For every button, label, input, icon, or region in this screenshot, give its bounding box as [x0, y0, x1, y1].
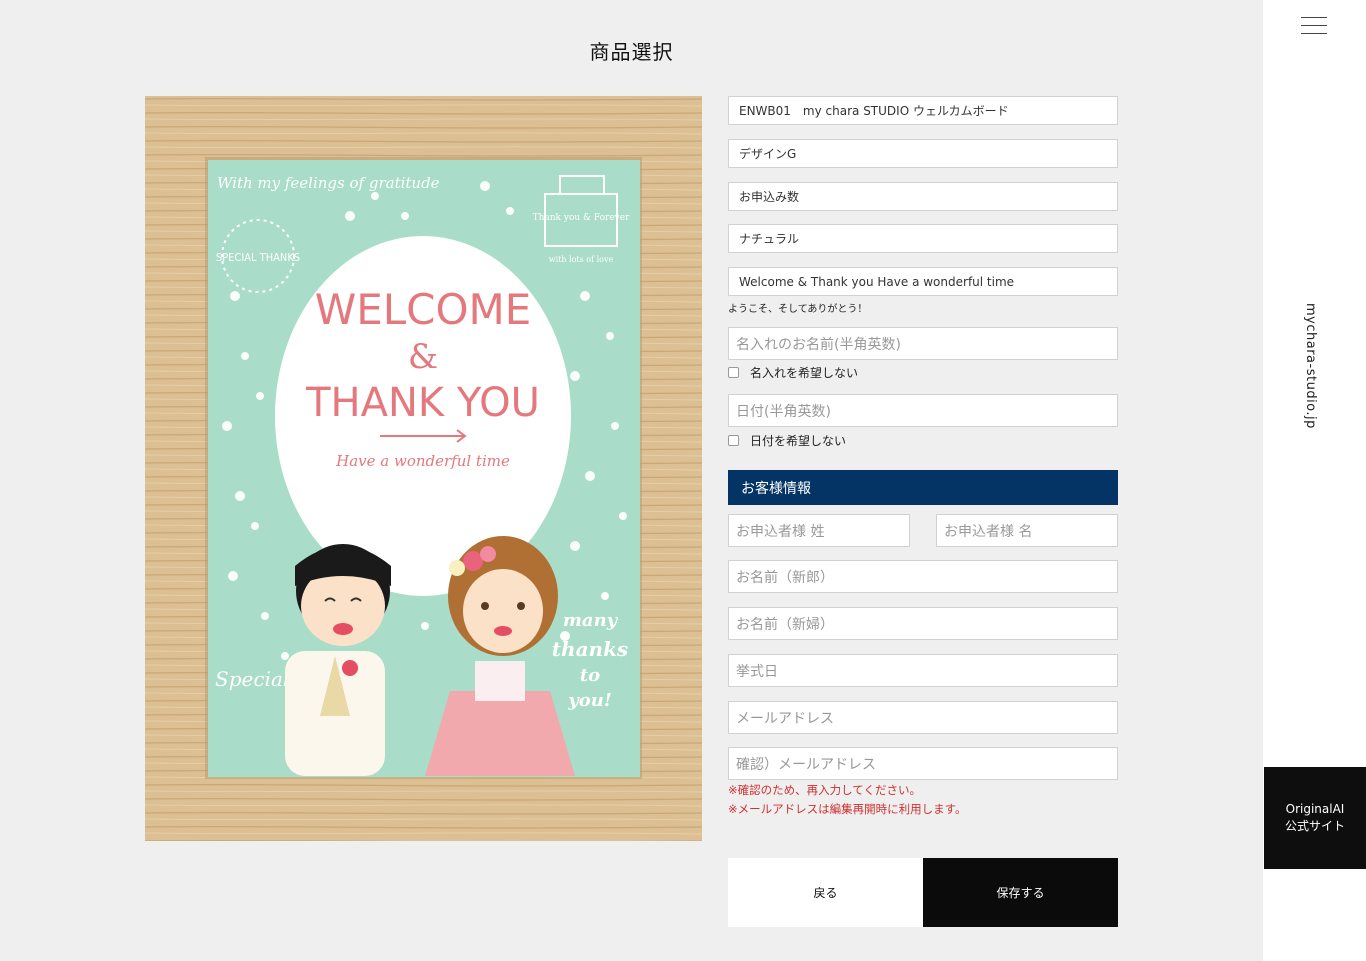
back-button[interactable]: 戻る [728, 858, 923, 927]
groom-illustration [285, 544, 391, 776]
date-input[interactable]: 日付(半角英数) [728, 394, 1118, 427]
welcome-text: WELCOME [315, 285, 532, 334]
message-field[interactable]: Welcome & Thank you Have a wonderful tim… [728, 267, 1118, 296]
last-name-input[interactable]: お申込者様 姓 [728, 514, 910, 547]
thanks-text: thanks [552, 637, 628, 661]
message-note: ようこそ、そしてありがとう！ [728, 304, 868, 315]
site-name-vertical[interactable]: mychara-studio.jp [1303, 303, 1318, 429]
official-site-button[interactable]: OriginalAI 公式サイト [1264, 767, 1366, 869]
date-opt-out-checkbox[interactable] [728, 435, 739, 446]
name-opt-out-checkbox[interactable] [728, 367, 739, 378]
customer-info-header: お客様情報 [728, 470, 1118, 505]
page-title: 商品選択 [589, 40, 674, 64]
you-text: you! [567, 690, 611, 711]
hamburger-menu-icon[interactable] [1301, 17, 1327, 35]
date-opt-out-row[interactable]: 日付を希望しない [728, 432, 846, 449]
script-top-text: With my feelings of gratitude [217, 174, 440, 192]
official-site-line1: OriginalAI [1285, 802, 1345, 816]
groom-name-input[interactable]: お名前（新郎） [728, 560, 1118, 593]
frame-color-field[interactable]: ナチュラル [728, 224, 1118, 253]
date-opt-out-label: 日付を希望しない [750, 434, 847, 448]
name-opt-out-label: 名入れを希望しない [750, 366, 859, 380]
bride-name-input[interactable]: お名前（新婦） [728, 607, 1118, 640]
name-input[interactable]: 名入れのお名前(半角英数) [728, 327, 1118, 360]
cake-ribbon-text: with lots of love [549, 255, 614, 264]
product-field[interactable]: ENWB01 my chara STUDIO ウェルカムボード [728, 96, 1118, 125]
save-button[interactable]: 保存する [923, 858, 1118, 927]
cake-text: Thank you & Forever [533, 213, 631, 223]
name-opt-out-row[interactable]: 名入れを希望しない [728, 364, 858, 381]
email-note-1: ※確認のため、再入力してください。 [728, 783, 921, 797]
email-input[interactable]: メールアドレス [728, 701, 1118, 734]
special-thanks-text: SPECIAL THANKS [216, 251, 300, 264]
quantity-field[interactable]: お申込み数 [728, 182, 1118, 211]
amp-text: & [408, 337, 438, 377]
design-field[interactable]: デザインG [728, 139, 1118, 168]
email-confirm-input[interactable]: 確認）メールアドレス [728, 747, 1118, 780]
many-text: many [563, 610, 619, 631]
tagline-text: Have a wonderful time [335, 452, 510, 470]
first-name-input[interactable]: お申込者様 名 [936, 514, 1118, 547]
welcome-board-preview: With my feelings of gratitude SPECIAL TH… [145, 96, 702, 841]
official-site-line2: 公式サイト [1284, 819, 1345, 833]
email-note-2: ※メールアドレスは編集再開時に利用します。 [728, 802, 967, 816]
thank-you-text: THANK YOU [305, 380, 540, 426]
to-text: to [580, 665, 600, 686]
wedding-date-input[interactable]: 挙式日 [728, 654, 1118, 687]
